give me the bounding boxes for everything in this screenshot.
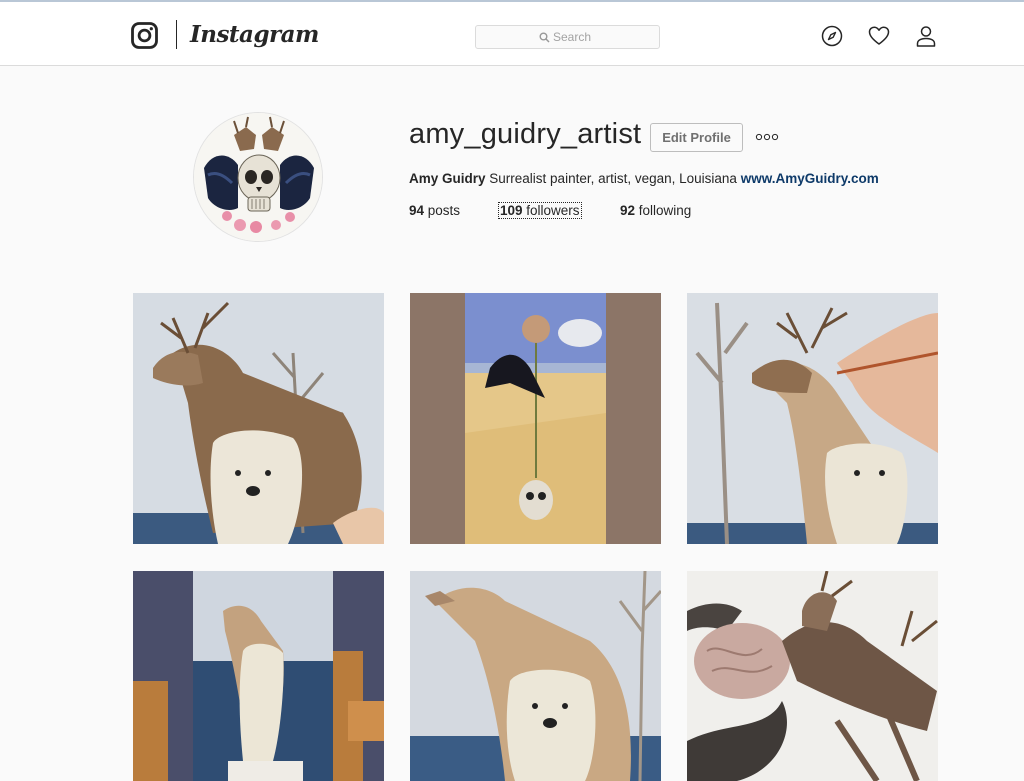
instagram-wordmark[interactable]: Instagram: [190, 18, 319, 52]
post-image-deer-polar-bear-closeup: [410, 571, 661, 781]
posts-stat: 94 posts: [409, 203, 460, 218]
activity-heart-icon[interactable]: [868, 25, 890, 47]
search-input[interactable]: [476, 26, 659, 48]
post-tile[interactable]: [687, 571, 938, 781]
followers-stat[interactable]: 109 followers: [498, 202, 582, 219]
followers-label: followers: [522, 203, 580, 218]
bio-text: Surrealist painter, artist, vegan, Louis…: [485, 171, 741, 186]
profile-full-name: Amy Guidry: [409, 171, 486, 186]
following-stat[interactable]: 92 following: [620, 203, 691, 218]
post-tile[interactable]: [410, 293, 661, 544]
post-image-easel-studio: [133, 571, 384, 781]
post-tile[interactable]: [133, 571, 384, 781]
post-image-hand-painting-deer: [687, 293, 938, 544]
following-label: following: [635, 203, 692, 218]
post-image-deer-brain-horns: [687, 571, 938, 781]
post-tile[interactable]: [133, 293, 384, 544]
search-box[interactable]: [475, 25, 660, 49]
explore-compass-icon[interactable]: [821, 25, 843, 47]
posts-count: 94: [409, 203, 425, 218]
website-link[interactable]: www.AmyGuidry.com: [741, 171, 879, 186]
post-image-raven-skull-desert: [410, 293, 661, 544]
avatar-artwork-image: [194, 113, 322, 241]
following-count: 92: [620, 203, 636, 218]
profile-person-icon[interactable]: [915, 25, 937, 47]
profile-username: amy_guidry_artist: [409, 118, 642, 150]
top-navigation-bar: Instagram: [0, 0, 1024, 66]
ellipsis-icon[interactable]: [755, 130, 779, 144]
followers-count: 109: [500, 203, 523, 218]
instagram-logo-icon[interactable]: [131, 22, 158, 49]
post-image-deer-polar-bear: [133, 293, 384, 544]
logo-divider: [176, 20, 177, 49]
post-tile[interactable]: [687, 293, 938, 544]
profile-avatar[interactable]: [193, 112, 323, 242]
profile-bio: Amy Guidry Surrealist painter, artist, v…: [409, 171, 879, 186]
edit-profile-button[interactable]: Edit Profile: [650, 123, 743, 152]
posts-label: posts: [424, 203, 461, 218]
post-tile[interactable]: [410, 571, 661, 781]
